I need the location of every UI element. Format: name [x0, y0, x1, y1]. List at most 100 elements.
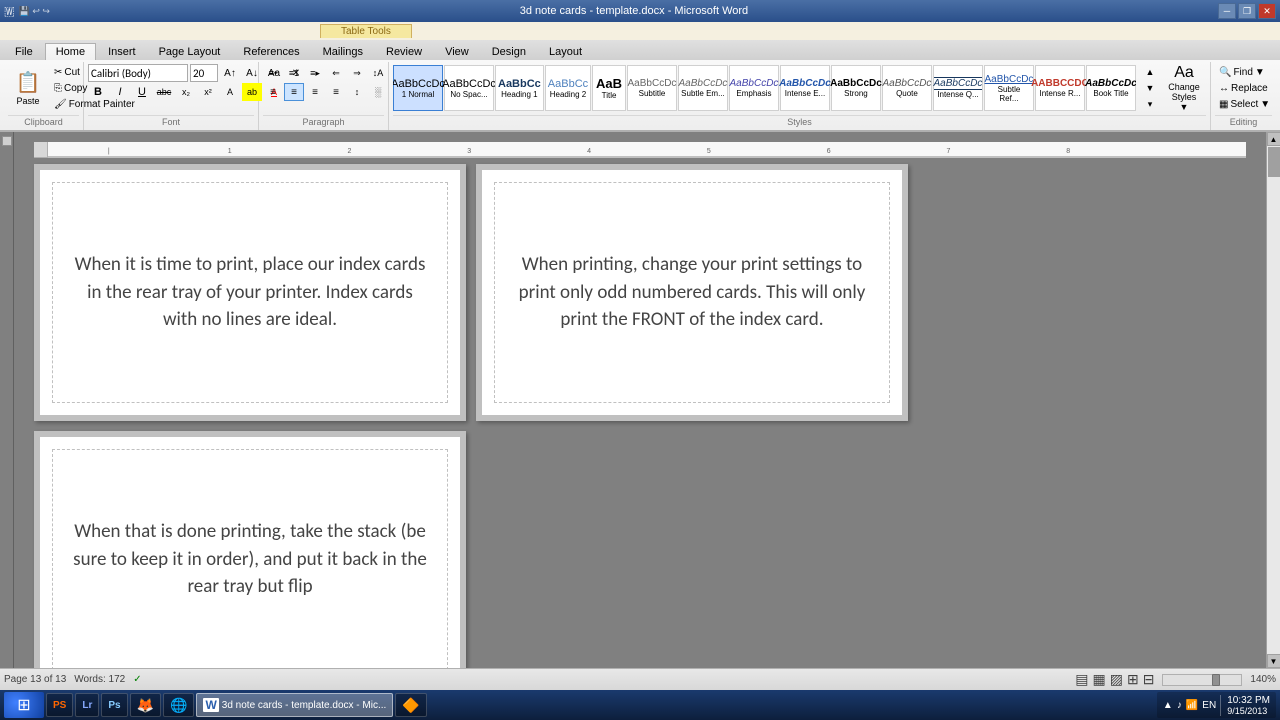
subscript-button[interactable]: x₂	[176, 83, 196, 101]
tab-mailings[interactable]: Mailings	[312, 43, 374, 60]
style-book-title[interactable]: AaBbCcDc Book Title	[1086, 65, 1136, 111]
text-effects-button[interactable]: A	[220, 83, 240, 101]
grow-font-button[interactable]: A↑	[220, 64, 240, 82]
justify-button[interactable]: ≡	[326, 83, 346, 101]
index-card-3[interactable]: When that is done printing, take the sta…	[40, 437, 460, 668]
taskbar-chrome-btn[interactable]: 🌐	[163, 693, 194, 717]
styles-more[interactable]: ▾	[1140, 96, 1160, 112]
scroll-track[interactable]	[1267, 146, 1280, 654]
style-heading2[interactable]: AaBbCc Heading 2	[545, 65, 591, 111]
align-center-button[interactable]: ≡	[284, 83, 304, 101]
styles-scroll-down[interactable]: ▼	[1140, 80, 1160, 96]
minimize-button[interactable]: ─	[1218, 3, 1236, 19]
paste-button[interactable]: 📋 Paste	[8, 64, 48, 112]
style-quote[interactable]: AaBbCcDc Quote	[882, 65, 932, 111]
tray-network[interactable]: 📶	[1186, 700, 1198, 711]
multilevel-button[interactable]: ≡▸	[305, 64, 325, 82]
superscript-button[interactable]: x²	[198, 83, 218, 101]
numbering-button[interactable]: ≡1	[284, 64, 304, 82]
style-intense-r[interactable]: AaBbCcDc Intense R...	[1035, 65, 1085, 111]
italic-button[interactable]: I	[110, 83, 130, 101]
word-count: Words: 172	[74, 674, 125, 685]
underline-button[interactable]: U	[132, 83, 152, 101]
change-styles-button[interactable]: Aa Change Styles ▼	[1162, 64, 1206, 112]
tab-layout[interactable]: Layout	[538, 43, 593, 60]
tab-insert[interactable]: Insert	[97, 43, 147, 60]
card-3-inner: When that is done printing, take the sta…	[52, 449, 448, 668]
shading-button[interactable]: ░	[368, 83, 388, 101]
zoom-level[interactable]: 140%	[1250, 674, 1276, 685]
style-no-spacing[interactable]: AaBbCcDc No Spac...	[444, 65, 494, 111]
style-emphasis[interactable]: AaBbCcDc Emphasis	[729, 65, 779, 111]
zoom-slider[interactable]	[1162, 674, 1242, 686]
zoom-thumb[interactable]	[1212, 674, 1220, 686]
view-web-button[interactable]: ▦	[1092, 671, 1105, 688]
selection-handle[interactable]	[2, 136, 12, 146]
clock[interactable]: 10:32 PM 9/15/2013	[1220, 695, 1270, 716]
tray-speaker[interactable]: ♪	[1177, 700, 1182, 711]
view-normal-button[interactable]: ▤	[1075, 671, 1088, 688]
card-2-inner: When printing, change your print setting…	[494, 182, 890, 403]
style-subtle-ref[interactable]: AaBbCcDc Subtle Ref...	[984, 65, 1034, 111]
start-button[interactable]: ⊞	[4, 692, 44, 718]
restore-button[interactable]: ❐	[1238, 3, 1256, 19]
close-button[interactable]: ✕	[1258, 3, 1276, 19]
tab-review[interactable]: Review	[375, 43, 433, 60]
taskbar-ps-btn[interactable]: PS	[46, 693, 73, 717]
tab-file[interactable]: File	[4, 43, 44, 60]
tab-page-layout[interactable]: Page Layout	[148, 43, 232, 60]
font-name-input[interactable]	[88, 64, 188, 82]
decrease-indent-button[interactable]: ⇐	[326, 64, 346, 82]
align-right-button[interactable]: ≡	[305, 83, 325, 101]
paragraph-group: ≡• ≡1 ≡▸ ⇐ ⇒ ↕A ¶ ≡ ≡ ≡ ≡ ↕ ░ □	[259, 62, 389, 130]
tray-language[interactable]: EN	[1202, 700, 1216, 711]
index-card-1[interactable]: When it is time to print, place our inde…	[40, 170, 460, 415]
find-button[interactable]: 🔍 Find ▼	[1215, 65, 1274, 80]
paragraph-label: Paragraph	[263, 115, 384, 128]
style-intense-q[interactable]: AaBbCcDc Intense Q...	[933, 65, 983, 111]
scroll-up-button[interactable]: ▲	[1267, 132, 1280, 146]
bullets-button[interactable]: ≡•	[263, 64, 283, 82]
style-strong[interactable]: AaBbCcDc Strong	[831, 65, 881, 111]
tray-show-hidden[interactable]: ▲	[1163, 700, 1173, 711]
ruler: | 1 2 3 4 5 6 7 8	[34, 142, 1246, 158]
taskbar-firefox-btn[interactable]: 🦊	[130, 693, 161, 717]
view-draft-button[interactable]: ⊟	[1143, 671, 1155, 688]
styles-scroll-up[interactable]: ▲	[1140, 64, 1160, 80]
paste-icon: 📋	[16, 70, 41, 95]
document-area: | 1 2 3 4 5 6 7 8	[14, 132, 1266, 668]
taskbar-vlc-btn[interactable]: 🔶	[395, 693, 426, 717]
style-heading1[interactable]: AaBbCc Heading 1	[495, 65, 544, 111]
taskbar-word-btn[interactable]: W 3d note cards - template.docx - Mic...	[196, 693, 393, 717]
line-spacing-button[interactable]: ↕	[347, 83, 367, 101]
style-subtle-em[interactable]: AaBbCcDc Subtle Em...	[678, 65, 728, 111]
tab-home[interactable]: Home	[45, 43, 96, 61]
sort-button[interactable]: ↕A	[368, 64, 388, 82]
content-area: | 1 2 3 4 5 6 7 8	[0, 132, 1280, 668]
select-button[interactable]: ▦ Select ▼	[1215, 97, 1274, 112]
style-title[interactable]: AaB Title	[592, 65, 626, 111]
scroll-down-button[interactable]: ▼	[1267, 654, 1280, 668]
index-card-2[interactable]: When printing, change your print setting…	[482, 170, 902, 415]
align-left-button[interactable]: ≡	[263, 83, 283, 101]
style-normal[interactable]: AaBbCcDc 1 Normal	[393, 65, 443, 111]
taskbar-photoshop-btn[interactable]: Ps	[101, 693, 127, 717]
view-read-button[interactable]: ▨	[1110, 671, 1123, 688]
scroll-thumb[interactable]	[1268, 147, 1280, 177]
tab-design[interactable]: Design	[481, 43, 537, 60]
taskbar-lr-btn[interactable]: Lr	[75, 693, 99, 717]
tab-references[interactable]: References	[232, 43, 310, 60]
view-outline-button[interactable]: ⊞	[1127, 671, 1139, 688]
strikethrough-button[interactable]: abc	[154, 83, 174, 101]
font-size-input[interactable]	[190, 64, 218, 82]
increase-indent-button[interactable]: ⇒	[347, 64, 367, 82]
vertical-scrollbar: ▲ ▼	[1266, 132, 1280, 668]
cards-row-2: When that is done printing, take the sta…	[34, 431, 1246, 668]
table-tools-label: Table Tools	[320, 24, 412, 38]
style-intense-e[interactable]: AaBbCcDc Intense E...	[780, 65, 830, 111]
cut-icon: ✂	[54, 67, 62, 78]
style-subtitle[interactable]: AaBbCcDc Subtitle	[627, 65, 677, 111]
bold-button[interactable]: B	[88, 83, 108, 101]
replace-button[interactable]: ↔ Replace	[1215, 81, 1274, 96]
tab-view[interactable]: View	[434, 43, 480, 60]
